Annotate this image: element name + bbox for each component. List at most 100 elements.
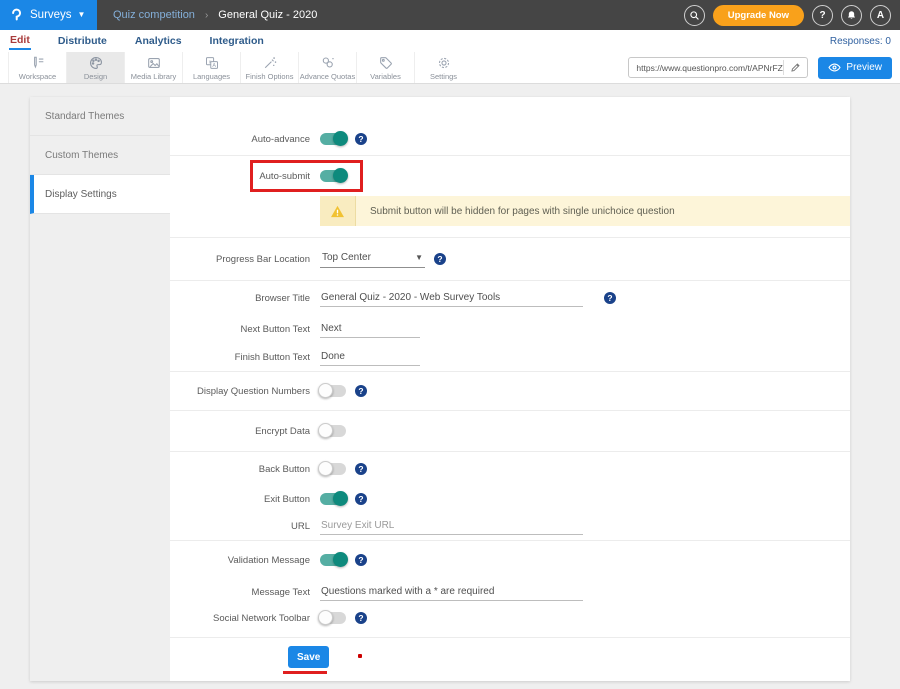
tool-settings[interactable]: Settings	[414, 52, 472, 83]
browser-title-label: Browser Title	[170, 293, 310, 304]
next-button-text-input[interactable]	[320, 321, 420, 338]
validation-message-label: Validation Message	[170, 555, 310, 566]
save-row: Save	[170, 638, 850, 681]
product-name: Surveys	[30, 9, 72, 21]
nav-integration[interactable]: Integration	[209, 34, 265, 49]
back-button-label: Back Button	[170, 464, 310, 475]
back-button-help-icon[interactable]: ?	[355, 463, 367, 475]
search-icon	[689, 10, 700, 21]
exit-button-toggle[interactable]	[320, 493, 346, 505]
bell-icon	[846, 10, 857, 21]
languages-icon: xA	[204, 55, 220, 71]
svg-text:A: A	[212, 62, 216, 68]
surveys-menu[interactable]: Surveys ▼	[0, 0, 97, 30]
display-question-numbers-help-icon[interactable]: ?	[355, 385, 367, 397]
back-button-row: Back Button ?	[170, 452, 850, 486]
nav-edit[interactable]: Edit	[9, 33, 31, 50]
advance-quotas-chain-icon	[320, 55, 336, 71]
design-sidebar: Standard Themes Custom Themes Display Se…	[30, 97, 170, 681]
social-network-toolbar-label: Social Network Toolbar	[170, 613, 310, 624]
message-text-input[interactable]	[320, 584, 583, 601]
exit-button-row: Exit Button ?	[170, 486, 850, 512]
validation-message-help-icon[interactable]: ?	[355, 554, 367, 566]
exit-url-input[interactable]	[320, 518, 583, 535]
display-question-numbers-toggle[interactable]	[320, 385, 346, 397]
finish-button-text-row: Finish Button Text	[170, 343, 850, 371]
breadcrumb-folder[interactable]: Quiz competition	[113, 9, 195, 21]
browser-title-input[interactable]	[320, 290, 583, 307]
tool-languages[interactable]: xA Languages	[182, 52, 240, 83]
encrypt-data-row: Encrypt Data	[170, 411, 850, 451]
encrypt-data-toggle[interactable]	[320, 425, 346, 437]
preview-button[interactable]: Preview	[818, 57, 892, 79]
top-bar: Surveys ▼ Quiz competition › General Qui…	[0, 0, 900, 30]
display-settings-content: Auto-advance ? Auto-submit Submit button	[170, 97, 850, 681]
warning-icon-cell	[320, 196, 356, 226]
notifications-button[interactable]	[841, 5, 862, 26]
sidebar-item-standard-themes[interactable]: Standard Themes	[30, 97, 170, 136]
browser-title-row: Browser Title ?	[170, 281, 850, 315]
select-caret-icon: ▼	[415, 253, 423, 262]
progress-bar-location-label: Progress Bar Location	[170, 254, 310, 265]
tool-design[interactable]: Design	[66, 52, 124, 83]
tool-finish-options[interactable]: Finish Options	[240, 52, 298, 83]
sidebar-item-display-settings[interactable]: Display Settings	[30, 175, 170, 214]
survey-url-input[interactable]	[636, 63, 783, 73]
save-button[interactable]: Save	[288, 646, 329, 668]
nav-distribute[interactable]: Distribute	[57, 34, 108, 49]
exit-button-help-icon[interactable]: ?	[355, 493, 367, 505]
search-button[interactable]	[684, 5, 705, 26]
progress-bar-location-select[interactable]: Top Center ▼	[320, 250, 425, 268]
page-background: Standard Themes Custom Themes Display Se…	[0, 84, 900, 689]
finish-options-wand-icon	[262, 55, 278, 71]
browser-title-help-icon[interactable]: ?	[604, 292, 616, 304]
social-network-toolbar-row: Social Network Toolbar ?	[170, 605, 850, 631]
validation-message-toggle[interactable]	[320, 554, 346, 566]
design-palette-icon	[88, 55, 104, 71]
annotation-dot	[358, 654, 362, 658]
validation-message-row: Validation Message ?	[170, 541, 850, 579]
display-question-numbers-label: Display Question Numbers	[170, 386, 310, 397]
survey-url-box	[628, 57, 808, 78]
warning-text: Submit button will be hidden for pages w…	[356, 196, 850, 226]
edit-toolbar: Workspace Design Media Library xA Langua…	[0, 52, 900, 84]
auto-advance-help-icon[interactable]: ?	[355, 133, 367, 145]
auto-submit-warning: Submit button will be hidden for pages w…	[320, 196, 850, 226]
help-button[interactable]: ?	[812, 5, 833, 26]
finish-button-text-label: Finish Button Text	[170, 352, 310, 363]
exit-url-label: URL	[170, 521, 310, 532]
progress-bar-help-icon[interactable]: ?	[434, 253, 446, 265]
media-library-icon	[146, 55, 162, 71]
tool-media-library[interactable]: Media Library	[124, 52, 182, 83]
auto-advance-row: Auto-advance ?	[170, 126, 850, 152]
breadcrumb-separator-icon: ›	[205, 10, 208, 21]
finish-button-text-input[interactable]	[320, 349, 420, 366]
next-button-text-label: Next Button Text	[170, 324, 310, 335]
edit-url-button[interactable]	[783, 60, 807, 75]
display-settings-card: Standard Themes Custom Themes Display Se…	[30, 97, 850, 681]
exit-url-row: URL	[170, 512, 850, 540]
auto-submit-toggle[interactable]	[320, 170, 346, 182]
social-network-toolbar-help-icon[interactable]: ?	[355, 612, 367, 624]
topbar-actions: Upgrade Now ? A	[684, 5, 900, 26]
upgrade-now-button[interactable]: Upgrade Now	[713, 5, 804, 26]
warning-triangle-icon	[330, 205, 345, 218]
auto-submit-label: Auto-submit	[170, 171, 310, 182]
survey-nav: Edit Distribute Analytics Integration Re…	[0, 30, 900, 52]
pencil-icon	[790, 62, 801, 73]
responses-count[interactable]: Responses: 0	[830, 36, 891, 47]
variables-tag-icon	[378, 55, 394, 71]
back-button-toggle[interactable]	[320, 463, 346, 475]
encrypt-data-label: Encrypt Data	[170, 426, 310, 437]
settings-gear-icon	[436, 55, 452, 71]
tool-workspace[interactable]: Workspace	[8, 52, 66, 83]
nav-analytics[interactable]: Analytics	[134, 34, 183, 49]
tool-variables[interactable]: Variables	[356, 52, 414, 83]
next-button-text-row: Next Button Text	[170, 315, 850, 343]
tool-advance-quotas[interactable]: Advance Quotas	[298, 52, 356, 83]
sidebar-item-custom-themes[interactable]: Custom Themes	[30, 136, 170, 175]
social-network-toolbar-toggle[interactable]	[320, 612, 346, 624]
auto-advance-toggle[interactable]	[320, 133, 346, 145]
avatar[interactable]: A	[870, 5, 891, 26]
breadcrumb: Quiz competition › General Quiz - 2020	[97, 9, 317, 21]
